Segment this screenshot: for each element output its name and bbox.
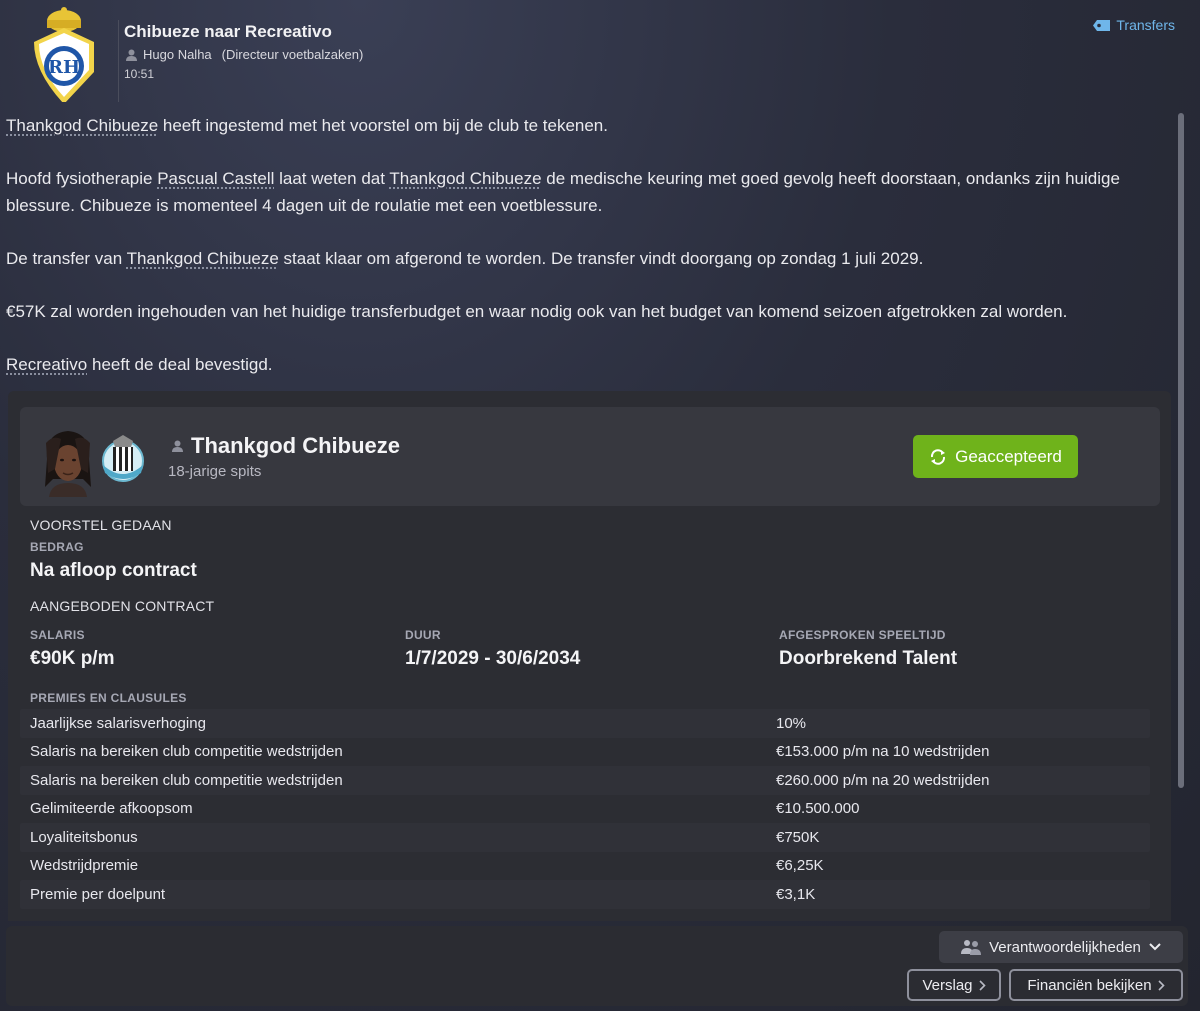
message-text: heeft ingestemd met het voorstel om bij … <box>158 116 608 135</box>
message-text: Hoofd fysiotherapie <box>6 169 158 188</box>
club-link[interactable]: Recreativo <box>6 355 87 374</box>
player-link[interactable]: Thankgod Chibueze <box>127 249 279 268</box>
person-icon <box>126 49 137 61</box>
responsibilities-dropdown[interactable]: Verantwoordelijkheden <box>939 931 1183 963</box>
refresh-icon <box>931 448 946 465</box>
responsibilities-label: Verantwoordelijkheden <box>989 938 1141 956</box>
table-row: Salaris na bereiken club competitie weds… <box>20 738 1150 767</box>
clauses-title: PREMIES EN CLAUSULES <box>30 691 187 705</box>
chevron-right-icon <box>1158 979 1165 991</box>
table-row: Wedstrijdpremie €6,25K <box>20 852 1150 881</box>
clause-name: Salaris na bereiken club competitie weds… <box>30 743 343 761</box>
player-link[interactable]: Thankgod Chibueze <box>389 169 541 188</box>
staff-link[interactable]: Pascual Castell <box>157 169 274 188</box>
view-finances-label: Financiën bekijken <box>1027 976 1152 994</box>
clause-name: Gelimiteerde afkoopsom <box>30 800 193 818</box>
clause-name: Wedstrijdpremie <box>30 857 139 875</box>
clause-value: €260.000 p/m na 20 wedstrijden <box>776 771 990 789</box>
accepted-status-label: Geaccepteerd <box>955 446 1062 466</box>
clause-name: Premie per doelpunt <box>30 885 166 903</box>
clause-value: €750K <box>776 828 820 846</box>
table-row: Loyaliteitsbonus €750K <box>20 823 1150 852</box>
playtime-value: Doorbrekend Talent <box>779 648 958 669</box>
people-icon <box>961 940 982 955</box>
scrollbar[interactable] <box>1178 113 1184 788</box>
message-text: heeft de deal bevestigd. <box>87 355 273 374</box>
message-time: 10:51 <box>124 67 155 81</box>
duration-label: DUUR <box>405 628 441 642</box>
message-paragraph: Recreativo heeft de deal bevestigd. <box>6 351 1166 378</box>
message-paragraph: Hoofd fysiotherapie Pascual Castell laat… <box>6 165 1166 219</box>
player-link[interactable]: Thankgod Chibueze <box>6 116 158 135</box>
clause-value: 10% <box>776 714 807 732</box>
tag-icon <box>1093 19 1111 31</box>
header-divider <box>118 20 119 102</box>
clause-value: €153.000 p/m na 10 wedstrijden <box>776 743 990 761</box>
report-button[interactable]: Verslag <box>907 969 1001 1001</box>
report-button-label: Verslag <box>922 976 973 994</box>
footer-bar: Verantwoordelijkheden Verslag Financiën … <box>6 926 1188 1006</box>
transfers-link[interactable]: Transfers <box>1093 17 1175 33</box>
salary-label: SALARIS <box>30 628 85 642</box>
view-finances-button[interactable]: Financiën bekijken <box>1009 969 1183 1001</box>
clause-name: Loyaliteitsbonus <box>30 828 138 846</box>
club-badge-logo[interactable] <box>97 431 149 483</box>
playtime-label: AFGESPROKEN SPEELTIJD <box>779 628 946 642</box>
contract-section-title: AANGEBODEN CONTRACT <box>30 598 215 614</box>
player-description: 18-jarige spits <box>168 463 262 480</box>
table-row: Premie per doelpunt €3,1K <box>20 880 1150 909</box>
sender-role: (Directeur voetbalzaken) <box>221 47 364 62</box>
message-header: RH Chibueze naar Recreativo Hugo Nalha (… <box>0 0 1200 110</box>
chevron-down-icon <box>1149 943 1161 951</box>
message-body: Thankgod Chibueze heeft ingestemd met he… <box>6 112 1166 404</box>
clause-value: €6,25K <box>776 857 824 875</box>
player-name[interactable]: Thankgod Chibueze <box>172 433 400 459</box>
player-card: Thankgod Chibueze 18-jarige spits Geacce… <box>20 407 1160 506</box>
player-name-label: Thankgod Chibueze <box>191 433 400 458</box>
transfers-link-label: Transfers <box>1116 17 1175 33</box>
amount-value: Na afloop contract <box>30 560 197 581</box>
table-row: Gelimiteerde afkoopsom €10.500.000 <box>20 795 1150 824</box>
clause-value: €10.500.000 <box>776 800 860 818</box>
accepted-status-button[interactable]: Geaccepteerd <box>913 435 1078 478</box>
message-paragraph: De transfer van Thankgod Chibueze staat … <box>6 245 1166 272</box>
message-paragraph: €57K zal worden ingehouden van het huidi… <box>6 302 1068 321</box>
message-sender[interactable]: Hugo Nalha (Directeur voetbalzaken) <box>126 47 363 62</box>
transfer-offer-panel: Thankgod Chibueze 18-jarige spits Geacce… <box>8 391 1171 921</box>
club-crest-logo[interactable]: RH <box>28 6 100 102</box>
offer-section-title: VOORSTEL GEDAAN <box>30 517 172 533</box>
clause-name: Salaris na bereiken club competitie weds… <box>30 771 343 789</box>
clauses-table: Jaarlijkse salarisverhoging 10% Salaris … <box>20 709 1150 909</box>
sender-name: Hugo Nalha <box>143 47 212 62</box>
person-icon <box>172 440 183 452</box>
message-text: laat weten dat <box>274 169 390 188</box>
message-paragraph: Thankgod Chibueze heeft ingestemd met he… <box>6 112 1166 139</box>
clause-name: Jaarlijkse salarisverhoging <box>30 714 206 732</box>
chevron-right-icon <box>978 979 986 991</box>
table-row: Salaris na bereiken club competitie weds… <box>20 766 1150 795</box>
message-text: De transfer van <box>6 249 127 268</box>
clause-value: €3,1K <box>776 885 816 903</box>
message-subject: Chibueze naar Recreativo <box>124 22 332 41</box>
player-face-image[interactable] <box>43 429 93 497</box>
salary-value: €90K p/m <box>30 648 115 669</box>
duration-value: 1/7/2029 - 30/6/2034 <box>405 648 581 669</box>
table-row: Jaarlijkse salarisverhoging 10% <box>20 709 1150 738</box>
message-text: staat klaar om afgerond te worden. De tr… <box>278 249 924 268</box>
amount-label: BEDRAG <box>30 540 84 554</box>
svg-text:RH: RH <box>48 57 80 78</box>
